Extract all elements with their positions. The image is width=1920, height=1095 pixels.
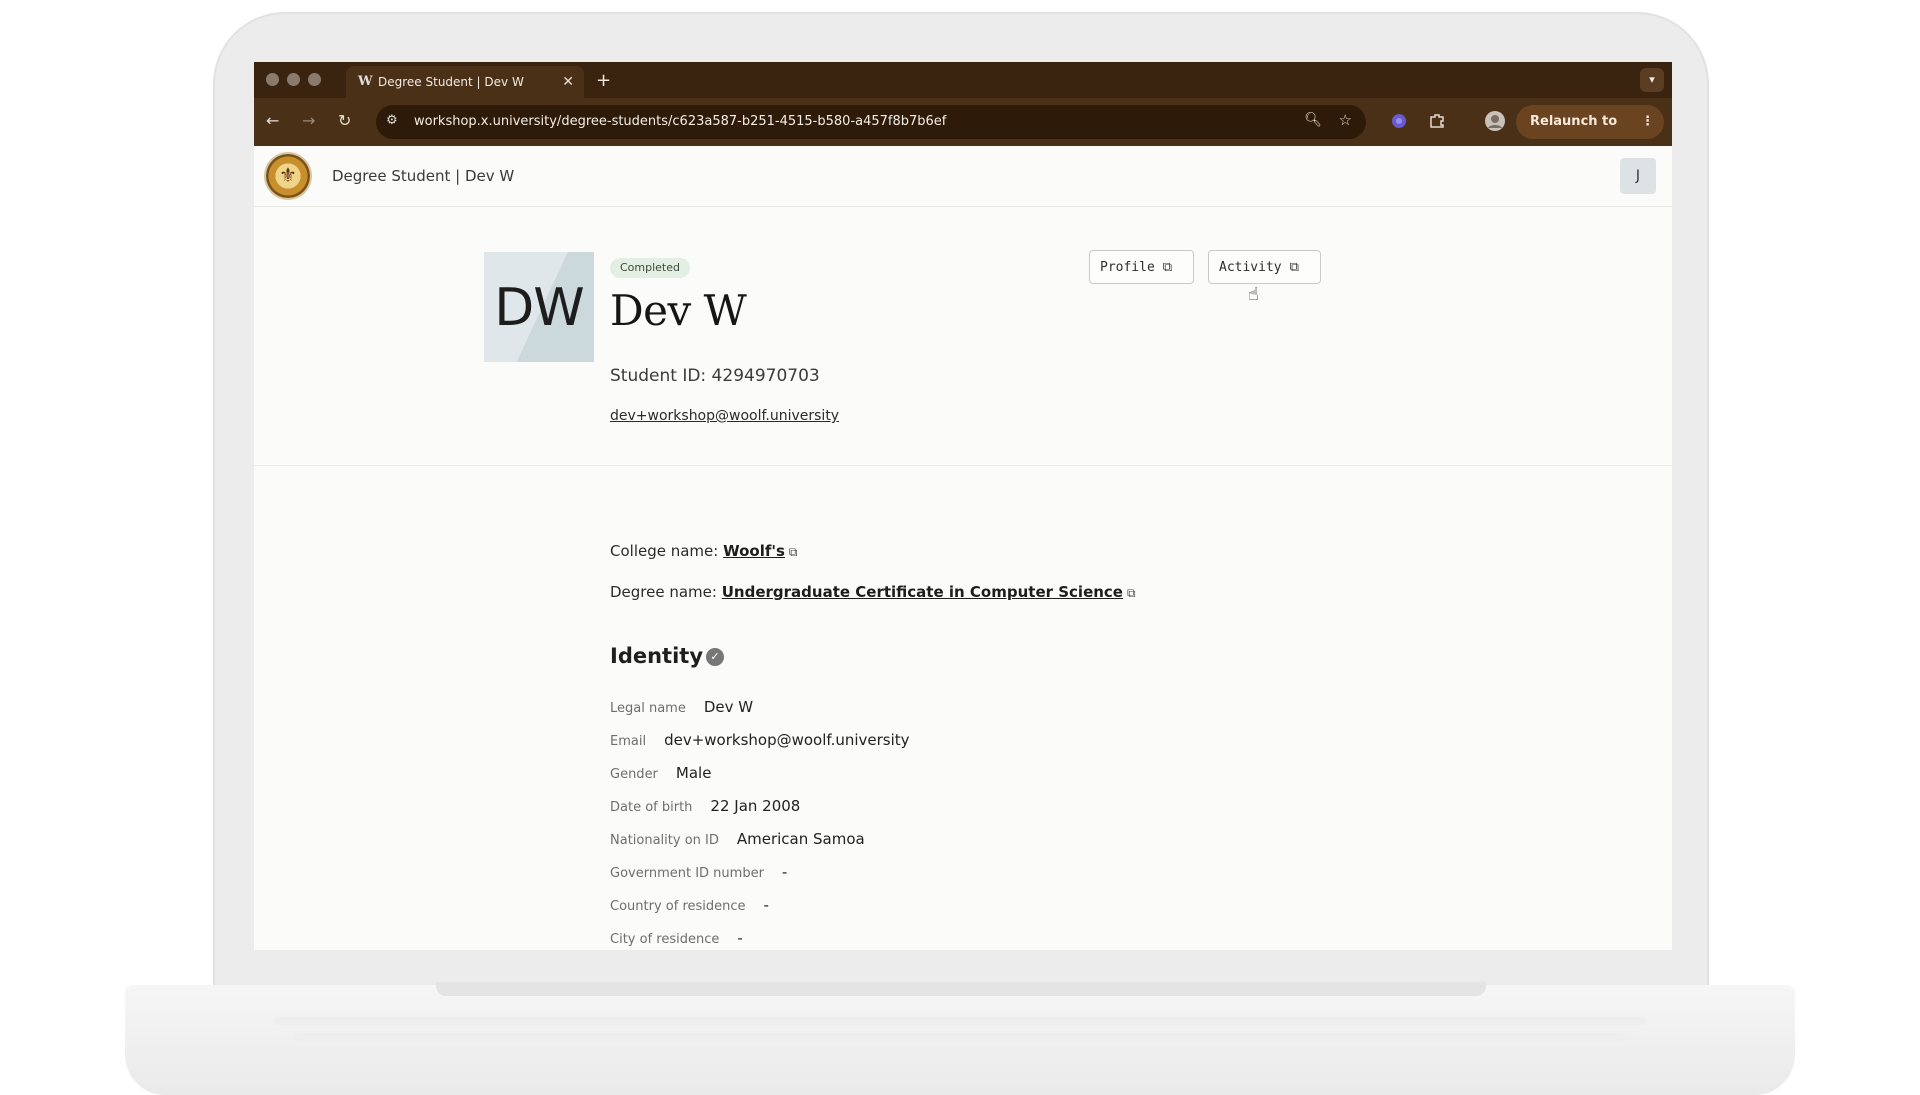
college-link[interactable]: Woolf's <box>723 542 785 560</box>
identity-row-value: - <box>763 896 769 914</box>
identity-heading: Identity <box>610 644 704 668</box>
profile-button-label: Profile <box>1100 260 1155 275</box>
identity-row-value: - <box>781 863 788 881</box>
identity-row: Government ID number - <box>610 863 787 881</box>
identity-row: City of residence - <box>610 929 743 947</box>
college-line: College name: Woolf's ⧉ <box>610 542 798 560</box>
identity-row-label: Country of residence <box>610 899 746 914</box>
relaunch-to-update-button[interactable]: Relaunch to update ⋮ <box>1516 105 1664 163</box>
more-vert-icon: ⋮ <box>1641 114 1654 129</box>
identity-row-label: Gender <box>610 767 658 782</box>
tab-close-icon[interactable]: ✕ <box>562 66 574 98</box>
laptop-base <box>125 985 1795 1095</box>
college-label: College name: <box>610 542 719 560</box>
bookmark-star-icon[interactable]: ☆ <box>1339 111 1352 129</box>
status-badge: Completed <box>610 258 690 278</box>
external-link-icon: ⧉ <box>1289 260 1299 275</box>
extension-icon[interactable] <box>1390 112 1408 130</box>
extensions-puzzle-icon[interactable] <box>1428 112 1446 130</box>
identity-row-value: dev+workshop@woolf.university <box>664 731 910 749</box>
identity-row: Date of birth 22 Jan 2008 <box>610 797 800 815</box>
tab-title: Degree Student | Dev W <box>378 75 524 89</box>
activity-button[interactable]: Activity ⧉ <box>1208 250 1321 284</box>
identity-row-label: Legal name <box>610 701 686 716</box>
keyboard-row <box>295 1033 1625 1041</box>
student-name: Dev W <box>610 286 747 335</box>
hand-pointer-cursor-icon: ☝ <box>1248 284 1259 305</box>
identity-row-value: - <box>737 929 743 947</box>
new-tab-icon[interactable]: + <box>596 66 611 96</box>
address-bar[interactable]: ⚙ workshop.x.university/degree-students/… <box>376 105 1366 139</box>
identity-row-value: 22 Jan 2008 <box>710 797 801 815</box>
external-link-icon: ⧉ <box>1162 260 1173 275</box>
identity-row-label: Email <box>610 734 647 749</box>
identity-row: Gender Male <box>610 764 711 782</box>
identity-row-value: Dev W <box>703 698 754 716</box>
identity-row-value: Male <box>675 764 712 782</box>
back-arrow-icon[interactable]: ← <box>266 111 279 131</box>
browser-tab-active[interactable]: W Degree Student | Dev W ✕ <box>346 66 584 98</box>
identity-row-label: Nationality on ID <box>610 833 719 848</box>
university-crest-logo[interactable] <box>266 154 310 198</box>
external-link-icon: ⧉ <box>1127 586 1136 600</box>
degree-line: Degree name: Undergraduate Certificate i… <box>610 583 1136 601</box>
zoom-icon[interactable]: 🔍︎ <box>1304 112 1322 128</box>
degree-link[interactable]: Undergraduate Certificate in Computer Sc… <box>722 583 1123 601</box>
identity-row: Legal name Dev W <box>610 698 753 716</box>
degree-label: Degree name: <box>610 583 717 601</box>
url-text[interactable]: workshop.x.university/degree-students/c6… <box>414 105 946 139</box>
student-id: Student ID: 4294970703 <box>610 366 820 386</box>
browser-tab-bar: W Degree Student | Dev W ✕ + ▾ <box>254 62 1672 98</box>
browser-toolbar: ← → ↻ ⚙ workshop.x.university/degree-stu… <box>254 98 1672 163</box>
window-close-dot[interactable] <box>266 73 279 86</box>
activity-button-label: Activity <box>1219 260 1282 275</box>
external-link-icon: ⧉ <box>788 545 798 559</box>
laptop-screen: W Degree Student | Dev W ✕ + ▾ ← → ↻ ⚙ w… <box>254 62 1672 950</box>
laptop-hinge <box>436 982 1486 996</box>
page-title: Degree Student | Dev W <box>332 167 515 185</box>
keyboard-row <box>275 1017 1645 1025</box>
identity-row-value: American Samoa <box>736 830 865 848</box>
identity-row-label: Date of birth <box>610 800 693 815</box>
identity-row-label: Government ID number <box>610 866 764 881</box>
identity-row: Nationality on ID American Samoa <box>610 830 865 848</box>
profile-avatar-icon[interactable] <box>1484 110 1506 132</box>
user-menu-button[interactable]: J <box>1620 158 1656 194</box>
verified-check-icon: ✓ <box>706 648 724 666</box>
identity-row-label: City of residence <box>610 932 720 947</box>
tab-search-chevron-icon[interactable]: ▾ <box>1640 68 1664 92</box>
student-avatar: DW <box>484 252 594 362</box>
identity-row: Email dev+workshop@woolf.university <box>610 731 910 749</box>
app-header: Degree Student | Dev W J <box>254 146 1672 207</box>
window-maximize-dot[interactable] <box>308 73 321 86</box>
identity-row: Country of residence - <box>610 896 769 914</box>
forward-arrow-icon[interactable]: → <box>302 111 315 131</box>
section-divider <box>254 465 1672 466</box>
profile-button[interactable]: Profile ⧉ <box>1089 250 1194 284</box>
tab-favicon: W <box>358 74 373 89</box>
site-settings-icon[interactable]: ⚙ <box>386 113 398 128</box>
window-minimize-dot[interactable] <box>287 73 300 86</box>
student-email-link[interactable]: dev+workshop@woolf.university <box>610 408 839 424</box>
reload-icon[interactable]: ↻ <box>338 111 351 131</box>
